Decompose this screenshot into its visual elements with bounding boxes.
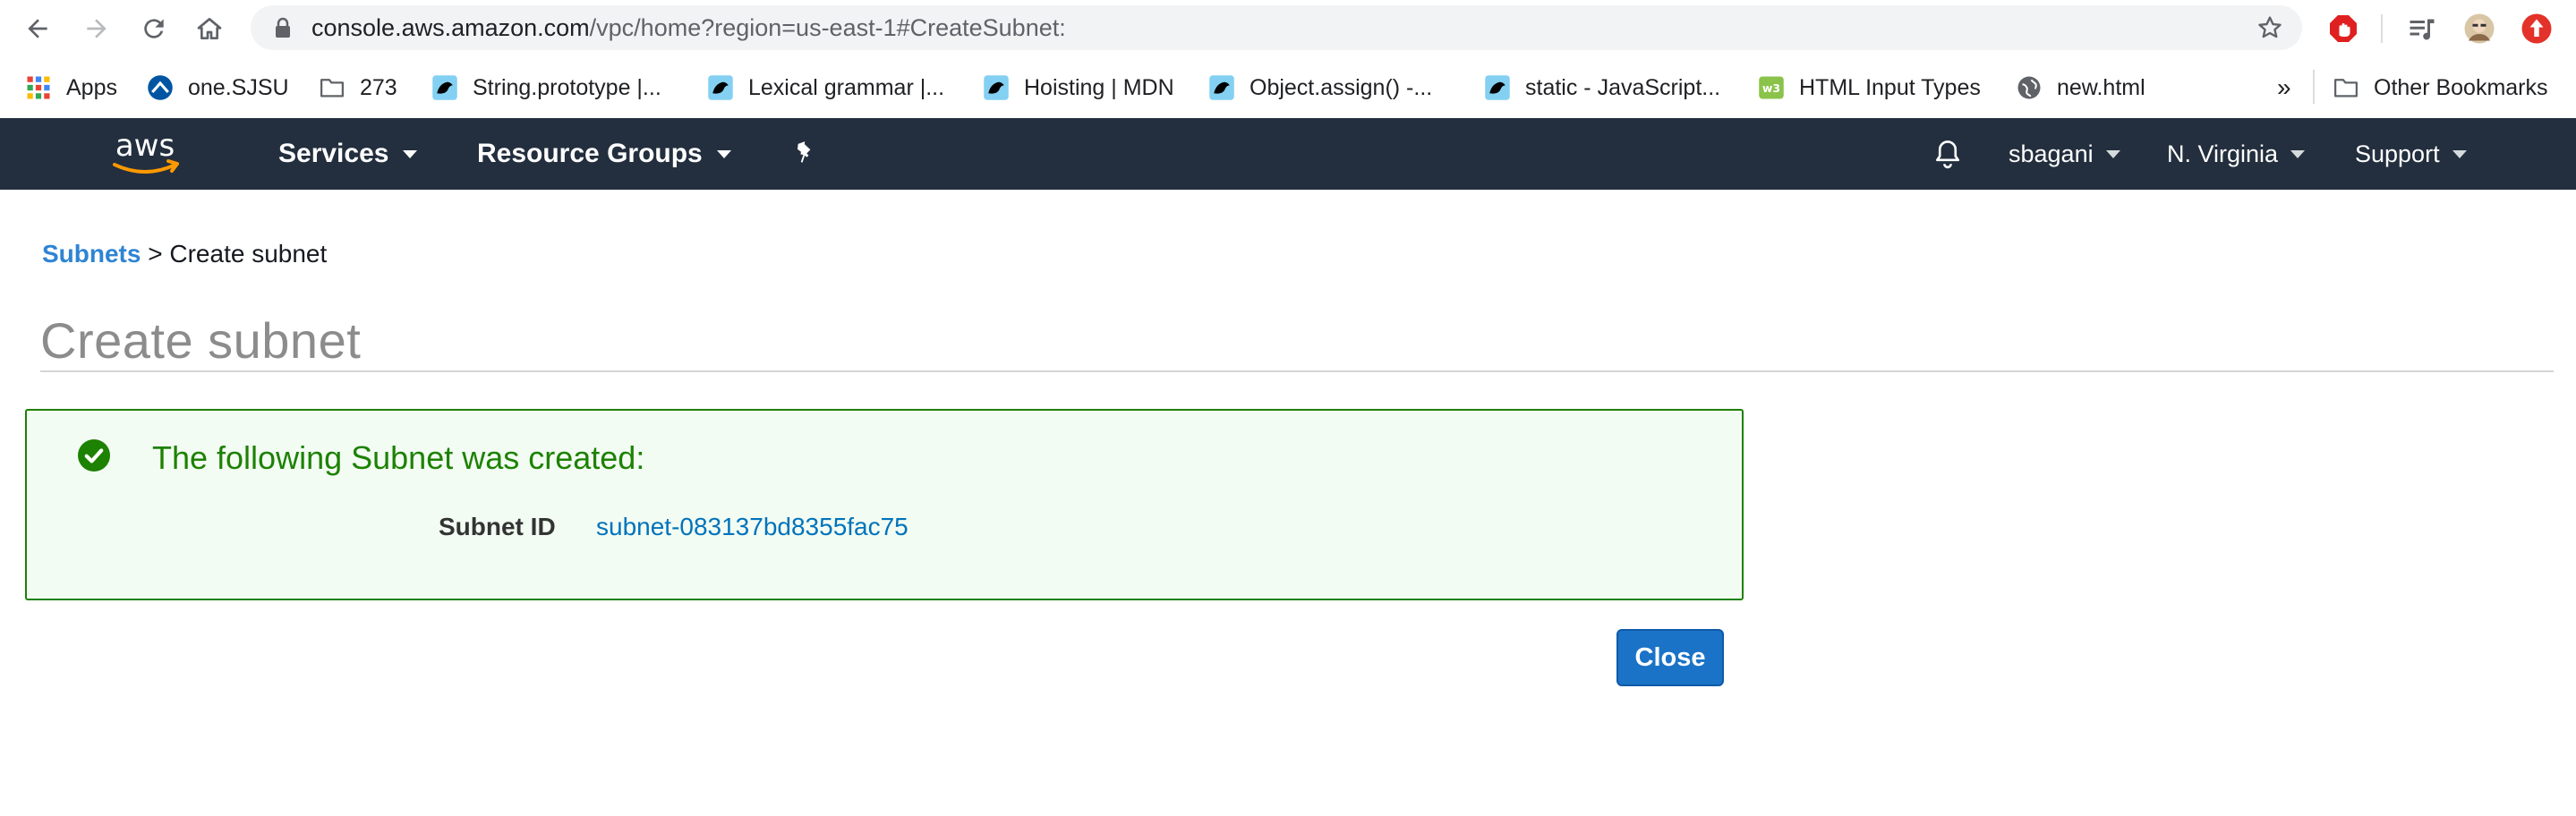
address-bar[interactable]: console.aws.amazon.com/vpc/home?region=u…: [251, 5, 2302, 50]
breadcrumb-current: Create subnet: [169, 240, 328, 268]
mdn-icon: [707, 74, 734, 101]
account-username: sbagani: [2009, 140, 2094, 167]
bookmark-label: static - JavaScript...: [1525, 74, 1721, 100]
bookmark-one-sjsu[interactable]: one.SJSU: [147, 70, 289, 106]
bookmark-static-javascript[interactable]: static - JavaScript...: [1484, 70, 1720, 106]
bookmark-apps[interactable]: Apps: [25, 70, 117, 106]
profile-avatar[interactable]: [2461, 11, 2497, 47]
subnet-id-label: Subnet ID: [439, 513, 556, 540]
home-icon[interactable]: [190, 9, 229, 48]
bookmark-label: 273: [360, 74, 397, 100]
bookmark-object-assign[interactable]: Object.assign() -...: [1208, 70, 1432, 106]
success-message: The following Subnet was created:: [152, 439, 645, 476]
chevron-down-icon: [716, 149, 731, 158]
sjsu-icon: [147, 74, 174, 101]
browser-toolbar: console.aws.amazon.com/vpc/home?region=u…: [0, 0, 2576, 57]
back-icon[interactable]: [18, 9, 57, 48]
forward-icon[interactable]: [77, 9, 116, 48]
bookmark-label: Apps: [66, 74, 117, 100]
support-label: Support: [2355, 140, 2440, 167]
toolbar-separator: [2381, 14, 2383, 43]
resource-groups-menu[interactable]: Resource Groups: [477, 118, 731, 190]
bookmarks-overflow-chevron[interactable]: »: [2277, 70, 2291, 106]
success-check-icon: [78, 439, 110, 472]
title-divider: [40, 370, 2554, 372]
bookmark-label: Hoisting | MDN: [1024, 74, 1174, 100]
resource-groups-label: Resource Groups: [477, 139, 703, 168]
svg-text:w3: w3: [1762, 81, 1780, 95]
bookmarks-separator: [2313, 70, 2315, 104]
adblock-icon[interactable]: [2325, 11, 2361, 47]
overflow-label: »: [2277, 73, 2291, 101]
breadcrumb-separator: >: [148, 240, 163, 268]
aws-logo[interactable]: aws: [106, 127, 184, 183]
success-alert: The following Subnet was created: Subnet…: [25, 409, 1744, 600]
bookmark-star-icon[interactable]: [2256, 13, 2284, 42]
url-text: console.aws.amazon.com/vpc/home?region=u…: [311, 5, 1066, 50]
bell-icon[interactable]: [1932, 138, 1964, 172]
bookmark-273[interactable]: 273: [319, 70, 397, 106]
chevron-down-icon: [2105, 149, 2120, 158]
breadcrumb: Subnets > Create subnet: [42, 240, 327, 268]
region-label: N. Virginia: [2167, 140, 2279, 167]
close-button[interactable]: Close: [1616, 629, 1724, 686]
bookmark-label: one.SJSU: [188, 74, 289, 100]
bookmark-label: String.prototype |...: [473, 74, 661, 100]
bookmark-html-input-types[interactable]: w3 HTML Input Types: [1758, 70, 1981, 106]
folder-icon: [2333, 74, 2359, 101]
aws-top-nav: aws Services Resource Groups sbagani N. …: [0, 118, 2576, 190]
services-label: Services: [278, 139, 389, 168]
bookmarks-bar: Apps one.SJSU 273 String.prototype |... …: [0, 57, 2576, 118]
w3-icon: w3: [1758, 74, 1785, 101]
region-menu[interactable]: N. Virginia: [2167, 118, 2306, 190]
support-menu[interactable]: Support: [2355, 118, 2467, 190]
breadcrumb-subnets-link[interactable]: Subnets: [42, 240, 141, 268]
bookmark-label: Lexical grammar |...: [748, 74, 945, 100]
bookmark-label: new.html: [2057, 74, 2145, 100]
mdn-icon: [1484, 74, 1511, 101]
services-menu[interactable]: Services: [278, 118, 418, 190]
bookmark-label: Object.assign() -...: [1250, 74, 1433, 100]
chevron-down-icon: [403, 149, 418, 158]
bookmark-label: Other Bookmarks: [2374, 74, 2548, 100]
folder-icon: [319, 74, 345, 101]
update-icon[interactable]: [2519, 11, 2555, 47]
media-control-icon[interactable]: [2404, 11, 2440, 47]
pin-icon[interactable]: [791, 140, 820, 168]
bookmark-new-html[interactable]: new.html: [2016, 70, 2145, 106]
chevron-down-icon: [2452, 149, 2467, 158]
apps-grid-icon: [25, 74, 52, 101]
lock-icon: [276, 17, 290, 38]
reload-icon[interactable]: [134, 9, 174, 48]
bookmark-other-bookmarks[interactable]: Other Bookmarks: [2333, 70, 2548, 106]
account-menu[interactable]: sbagani: [2009, 118, 2120, 190]
bookmark-hoisting[interactable]: Hoisting | MDN: [983, 70, 1174, 106]
globe-icon: [2016, 74, 2043, 101]
mdn-icon: [431, 74, 458, 101]
url-path: /vpc/home?region=us-east-1#CreateSubnet:: [589, 14, 1066, 41]
bookmark-string-prototype[interactable]: String.prototype |...: [431, 70, 661, 106]
page-title: Create subnet: [40, 312, 362, 369]
mdn-icon: [983, 74, 1010, 101]
aws-logo-text: aws: [115, 128, 175, 164]
bookmark-lexical-grammar[interactable]: Lexical grammar |...: [707, 70, 944, 106]
mdn-icon: [1208, 74, 1235, 101]
subnet-id-link[interactable]: subnet-083137bd8355fac75: [596, 513, 908, 541]
url-host: console.aws.amazon.com: [311, 14, 590, 41]
chevron-down-icon: [2290, 149, 2306, 158]
bookmark-label: HTML Input Types: [1799, 74, 1981, 100]
